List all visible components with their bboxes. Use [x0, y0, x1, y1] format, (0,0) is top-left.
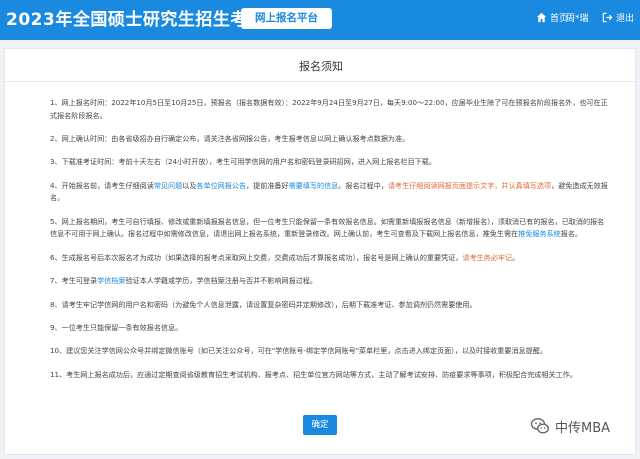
- notice-list: 1、网上报名时间：2022年10月5日至10月25日，预报名（报名数据有效）：2…: [50, 97, 610, 392]
- required-info-link[interactable]: 需要填写的信息: [289, 181, 339, 190]
- watermark: 中传MBA: [530, 415, 610, 437]
- list-item: 8、请考生牢记学信网的用户名和密码（为避免个人信息泄露，请设置复杂密码并定期修改…: [50, 299, 477, 309]
- remember-warning: 请考生务必牢记: [462, 252, 513, 262]
- exemption-system-link[interactable]: 推免服务系统: [518, 229, 561, 238]
- warning-text: 请考生仔细阅读网报页面提示文字，并认真填写选项: [387, 180, 552, 190]
- nav-logout-link[interactable]: 退出: [602, 9, 634, 25]
- notice-card: 报名须知 1、网上报名时间：2022年10月5日至10月25日，预报名（报名数据…: [4, 48, 637, 455]
- list-item: 9、一位考生只能保留一条有效报名信息。: [50, 322, 183, 332]
- nav-user-link[interactable]: 周*瑞: [566, 9, 589, 25]
- xuexin-archive-link[interactable]: 学信档案: [97, 276, 125, 285]
- list-item: 1、网上报名时间：2022年10月5日至10月25日，预报名（报名数据有效）：2…: [50, 98, 608, 120]
- page-title: 报名须知: [299, 60, 343, 73]
- faq-link[interactable]: 常见问题: [154, 181, 182, 190]
- list-item: 5、网上报名期间，考生可自行填报、修改或重新填报报名信息，但一位考生只能保留一条…: [50, 216, 605, 239]
- app-title: 2023年全国硕士研究生招生考试: [6, 10, 266, 30]
- list-item: 7、考生可登录学信档案验证本人学籍或学历，学信档案注册与否并不影响网报过程。: [50, 276, 317, 286]
- logout-icon: [602, 12, 613, 22]
- home-icon: [536, 12, 547, 22]
- top-header: 2023年全国硕士研究生招生考试 网上报名平台 首页 周*瑞 退出: [0, 0, 640, 40]
- nav-user-label: 周*瑞: [566, 13, 589, 24]
- wechat-icon: [530, 418, 550, 434]
- platform-badge: 网上报名平台: [241, 8, 332, 29]
- list-item: 6、生成报名号后本次报名才为成功（如果选择的报考点采取网上交费，交费成功后才算报…: [50, 252, 520, 262]
- title-divider: [5, 81, 637, 82]
- nav-home-link[interactable]: 首页: [536, 9, 568, 25]
- confirm-button[interactable]: 确定: [303, 415, 337, 435]
- list-item: 4、开始报名前，请考生仔细阅读常见问题以及各单位网报公告，提前准备好需要填写的信…: [50, 180, 608, 203]
- nav-logout-label: 退出: [616, 13, 635, 24]
- list-item: 11、考生网上报名成功后，应通过定期查阅省级教育招生考试机构、报考点、招生单位官…: [50, 369, 577, 379]
- unit-notice-link[interactable]: 各单位网报公告: [196, 181, 246, 190]
- list-item: 2、网上确认时间：由各省级招办自行确定公布，请关注各省网报公告，考生报考信息以网…: [50, 133, 410, 143]
- list-item: 10、建议您关注学信网公众号并绑定微信账号（如已关注公众号，可在"学信账号-绑定…: [50, 346, 547, 356]
- list-item: 3、下载准考证时间：考前十天左右（24小时开放），考生可用学信网的用户名和密码登…: [50, 157, 436, 167]
- watermark-text: 中传MBA: [555, 420, 611, 436]
